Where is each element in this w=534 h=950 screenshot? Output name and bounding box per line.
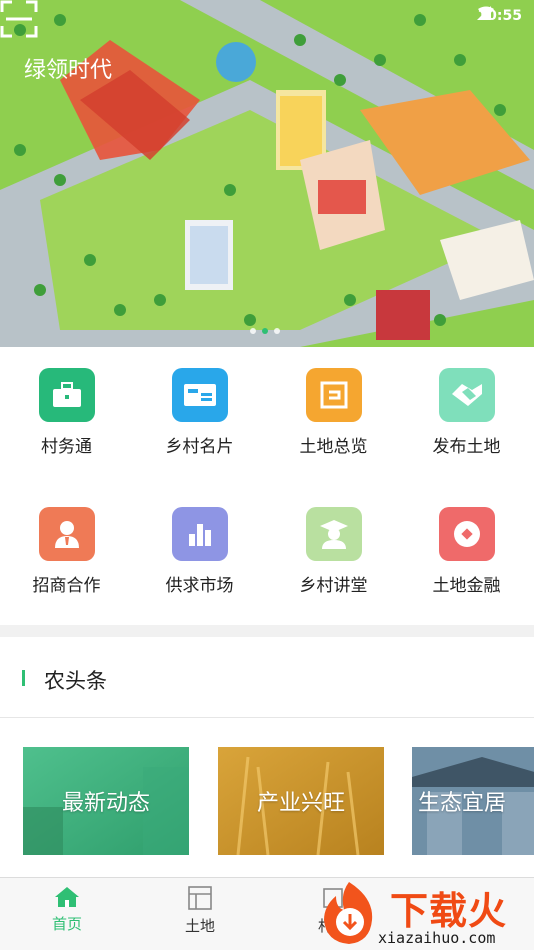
carousel-indicator (250, 328, 280, 334)
watermark: 下载火 xiazaihuo.com (308, 878, 534, 949)
grid-label: 村务通 (41, 437, 92, 457)
accent-bar (22, 670, 25, 686)
hero-banner[interactable]: 10:55 绿领时代 (0, 0, 534, 347)
news-card-industry[interactable]: 产业兴旺 (218, 747, 384, 855)
carousel-dot[interactable] (250, 328, 256, 334)
grid-label: 供求市场 (165, 576, 234, 596)
person-icon (38, 507, 95, 561)
home-icon (55, 887, 79, 907)
scan-icon[interactable] (0, 0, 38, 38)
grid-label: 土地金融 (432, 576, 501, 596)
status-bar: 10:55 (477, 6, 522, 26)
grid-label: 土地总览 (299, 437, 368, 457)
briefcase-icon (38, 368, 95, 422)
id-card-icon (171, 368, 228, 422)
news-card-list: 最新动态 产业兴旺 生态宜居 (0, 718, 534, 878)
grid-item-investment[interactable]: 招商合作 (0, 486, 133, 596)
news-section-title: 农头条 (44, 669, 107, 693)
watermark-url: xiazaihuo.com (378, 929, 496, 947)
function-grid: 村务通 乡村名片 土地总览 发布土地 招商合作 供求市场 乡村讲堂 土地金融 (0, 347, 534, 625)
flame-logo-icon (324, 882, 373, 944)
grid-label: 发布土地 (432, 437, 501, 457)
graduate-icon (305, 507, 362, 561)
nav-label: 土地 (184, 917, 215, 935)
nav-land[interactable]: 土地 (160, 886, 240, 936)
card-label: 生态宜居 (417, 791, 506, 816)
watermark-text: 下载火 (390, 889, 508, 933)
grid-item-lecture[interactable]: 乡村讲堂 (267, 486, 400, 596)
carousel-dot[interactable] (274, 328, 280, 334)
grid-item-land-finance[interactable]: 土地金融 (400, 486, 533, 596)
bar-chart-icon (171, 507, 228, 561)
nav-label: 首页 (51, 915, 82, 933)
card-label: 产业兴旺 (256, 791, 345, 816)
grid-item-market[interactable]: 供求市场 (133, 486, 266, 596)
coin-icon (438, 507, 495, 561)
grid-item-village-card[interactable]: 乡村名片 (133, 347, 266, 457)
section-divider (0, 625, 534, 637)
grid-label: 招商合作 (32, 576, 101, 596)
grid-item-village-affairs[interactable]: 村务通 (0, 347, 133, 457)
news-header: 农头条 (0, 637, 534, 718)
grid-label: 乡村名片 (165, 437, 234, 457)
nav-home[interactable]: 首页 (27, 886, 107, 934)
grid-item-publish-land[interactable]: 发布土地 (400, 347, 533, 457)
overview-icon (305, 368, 362, 422)
card-label: 最新动态 (61, 791, 150, 816)
grid-label: 乡村讲堂 (299, 576, 368, 596)
signal-icon (477, 6, 492, 20)
grid-item-land-overview[interactable]: 土地总览 (267, 347, 400, 457)
news-card-ecology[interactable]: 生态宜居 (412, 747, 534, 855)
news-card-latest[interactable]: 最新动态 (23, 747, 189, 855)
brand-name: 绿领时代 (24, 58, 113, 83)
handshake-icon (438, 368, 495, 422)
land-icon (188, 886, 212, 910)
carousel-dot-active[interactable] (262, 328, 268, 334)
